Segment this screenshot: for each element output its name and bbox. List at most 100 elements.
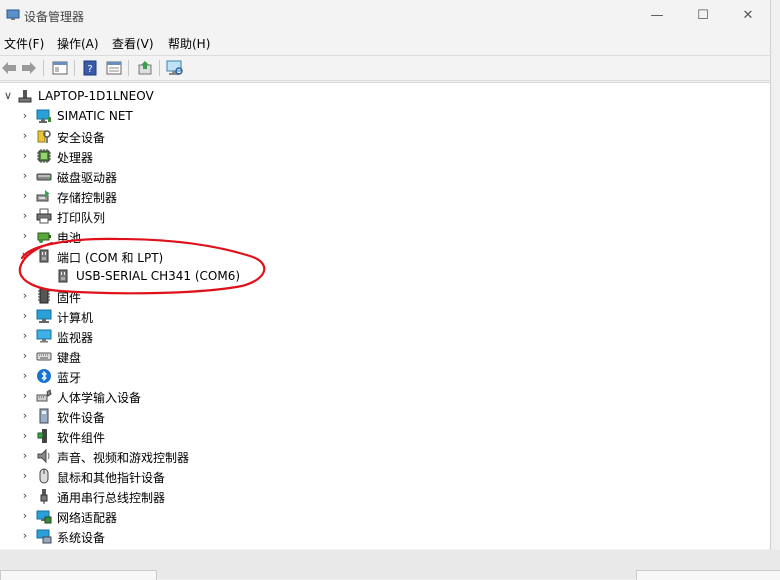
chevron-right-icon[interactable]: ›	[20, 510, 30, 522]
hid-icon	[36, 388, 52, 404]
speaker-icon	[36, 448, 52, 464]
chevron-right-icon[interactable]: ›	[20, 350, 30, 362]
software-device-icon	[36, 408, 52, 424]
update-driver-icon[interactable]	[136, 59, 154, 77]
tree-item[interactable]: › 处理器	[0, 146, 770, 166]
tree-item[interactable]: › 通用串行总线控制器	[0, 486, 770, 506]
disk-drive-icon	[36, 168, 52, 184]
tree-item-label: 人体学输入设备	[57, 391, 142, 405]
help-icon[interactable]: ?	[81, 59, 99, 77]
chevron-right-icon[interactable]: ›	[20, 390, 30, 402]
menu-file[interactable]: 文件(F)	[4, 35, 44, 52]
tree-item[interactable]: › 计算机	[0, 306, 770, 326]
svg-text:?: ?	[87, 64, 92, 75]
tree-item-label: 通用串行总线控制器	[57, 491, 166, 505]
device-tree[interactable]: ∨ LAPTOP-1D1LNEOV › SIMATIC NET › 安全设备 › 处理器 › 磁盘…	[0, 82, 770, 549]
chevron-right-icon[interactable]: ›	[20, 170, 30, 182]
mouse-icon	[36, 468, 52, 484]
tree-item[interactable]: › 网络适配器	[0, 506, 770, 526]
chevron-right-icon[interactable]: ›	[20, 130, 30, 142]
tree-item-label: 端口 (COM 和 LPT)	[57, 251, 164, 265]
scan-hardware-icon[interactable]	[166, 59, 184, 77]
laptop-root-icon	[17, 88, 33, 104]
tree-item-label: LAPTOP-1D1LNEOV	[38, 89, 154, 103]
network-adapter-icon	[36, 508, 52, 524]
tree-item[interactable]: › 蓝牙	[0, 366, 770, 386]
forward-arrow-icon[interactable]	[20, 59, 38, 77]
port-icon	[36, 248, 52, 264]
device-manager-app-icon	[6, 9, 20, 21]
chevron-right-icon[interactable]: ›	[20, 490, 30, 502]
tree-item-label: 处理器	[57, 151, 94, 165]
device-manager-window: 设备管理器 — ☐ ✕ 文件(F) 操作(A) 查看(V) 帮助(H) ? ∨ …	[0, 0, 771, 550]
monitor-icon	[36, 328, 52, 344]
tree-root[interactable]: ∨ LAPTOP-1D1LNEOV	[0, 86, 770, 106]
show-hide-console-icon[interactable]	[51, 59, 69, 77]
tree-item[interactable]: › 软件组件	[0, 426, 770, 446]
chevron-down-icon[interactable]: ∨	[20, 250, 30, 262]
tree-item[interactable]: › 安全设备	[0, 126, 770, 146]
tree-item[interactable]: › 固件	[0, 286, 770, 306]
menu-view[interactable]: 查看(V)	[112, 35, 154, 52]
tree-item[interactable]: › 打印队列	[0, 206, 770, 226]
tree-item-label: 电池	[57, 231, 82, 245]
chevron-right-icon[interactable]: ›	[20, 470, 30, 482]
back-arrow-icon[interactable]	[0, 59, 18, 77]
port-icon	[55, 268, 71, 284]
properties-icon[interactable]	[105, 59, 123, 77]
tree-item-label: 软件设备	[57, 411, 106, 425]
tree-child-item[interactable]: USB-SERIAL CH341 (COM6)	[0, 266, 770, 286]
window-title: 设备管理器	[24, 10, 85, 24]
tree-item[interactable]: › 鼠标和其他指针设备	[0, 466, 770, 486]
tree-item[interactable]: › 磁盘驱动器	[0, 166, 770, 186]
toolbar-separator	[128, 60, 129, 76]
chevron-right-icon[interactable]: ›	[20, 450, 30, 462]
chevron-right-icon[interactable]: ›	[20, 110, 30, 122]
processor-chip-icon	[36, 148, 52, 164]
close-button[interactable]: ✕	[725, 0, 771, 30]
software-component-icon	[36, 428, 52, 444]
system-device-icon	[36, 528, 52, 544]
tree-item-label: 软件组件	[57, 431, 106, 445]
tree-item-label: 监视器	[57, 331, 94, 345]
menu-action[interactable]: 操作(A)	[57, 35, 99, 52]
chevron-right-icon[interactable]: ›	[20, 370, 30, 382]
security-key-icon	[36, 128, 52, 144]
chevron-right-icon[interactable]: ›	[20, 230, 30, 242]
computer-icon	[36, 308, 52, 324]
tree-item[interactable]: › 人体学输入设备	[0, 386, 770, 406]
tree-item-label: USB-SERIAL CH341 (COM6)	[76, 269, 241, 283]
tree-item[interactable]: › 系统设备	[0, 526, 770, 546]
chevron-right-icon[interactable]: ›	[20, 210, 30, 222]
chevron-right-icon[interactable]: ›	[20, 150, 30, 162]
storage-controller-icon	[36, 188, 52, 204]
chevron-right-icon[interactable]: ›	[20, 530, 30, 542]
tree-item[interactable]: › 监视器	[0, 326, 770, 346]
usb-icon	[36, 488, 52, 504]
tree-item-label: 声音、视频和游戏控制器	[57, 451, 190, 465]
tree-item-label: 网络适配器	[57, 511, 118, 525]
tree-item[interactable]: ∨ 端口 (COM 和 LPT)	[0, 246, 770, 266]
minimize-button[interactable]: —	[634, 0, 680, 30]
title-bar[interactable]: 设备管理器 — ☐ ✕	[0, 0, 770, 30]
battery-icon	[36, 228, 52, 244]
tree-item-label: 蓝牙	[57, 371, 82, 385]
menu-help[interactable]: 帮助(H)	[168, 35, 210, 52]
chevron-right-icon[interactable]: ›	[20, 290, 30, 302]
chevron-right-icon[interactable]: ›	[20, 410, 30, 422]
chevron-right-icon[interactable]: ›	[20, 330, 30, 342]
toolbar: ?	[0, 55, 770, 81]
tree-item[interactable]: › 电池	[0, 226, 770, 246]
chevron-right-icon[interactable]: ›	[20, 310, 30, 322]
network-monitor-icon	[36, 108, 52, 124]
maximize-button[interactable]: ☐	[680, 0, 726, 30]
tree-item[interactable]: › SIMATIC NET	[0, 106, 770, 126]
chevron-right-icon[interactable]: ›	[20, 190, 30, 202]
tree-item[interactable]: › 声音、视频和游戏控制器	[0, 446, 770, 466]
chevron-down-icon[interactable]: ∨	[3, 90, 13, 102]
chevron-right-icon[interactable]: ›	[20, 430, 30, 442]
tree-item[interactable]: › 存储控制器	[0, 186, 770, 206]
tree-item-label: 固件	[57, 291, 82, 305]
tree-item[interactable]: › 软件设备	[0, 406, 770, 426]
tree-item[interactable]: › 键盘	[0, 346, 770, 366]
